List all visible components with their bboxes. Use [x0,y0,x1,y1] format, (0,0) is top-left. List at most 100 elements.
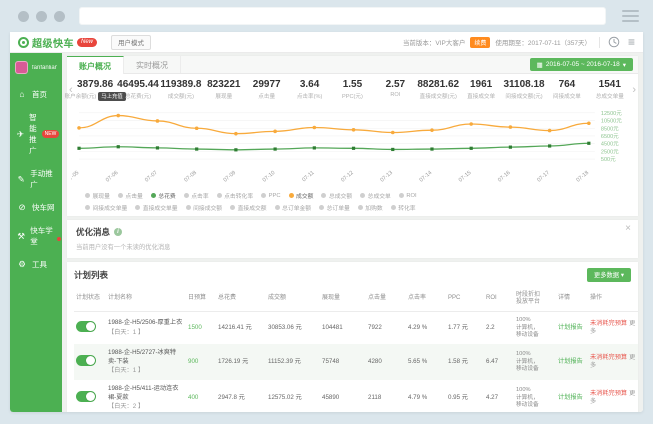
legend-item-总成交额[interactable]: 总成交额 [321,191,352,200]
stat-card[interactable]: 119389.8 成交额(元) [159,79,202,101]
stat-card[interactable]: 29977 点击量 [245,79,288,101]
sidebar-user[interactable]: fanfanliang [10,53,62,83]
legend-label: 间接成交单量 [92,205,128,212]
plan-name[interactable]: 1988-企-H5/411-运动连衣裙-夏款 [108,385,184,402]
plan-name[interactable]: 1988-企-H5/2506-厚重上衣 [108,319,184,327]
x-axis-tick-label: 07-10 [262,169,277,183]
renew-badge[interactable]: 续费 [470,36,491,48]
legend-item-转化率[interactable]: 转化率 [390,203,416,212]
platform-line-2: 移动设备 [516,366,539,373]
sidebar-item-工具[interactable]: ⚙ 工具 [10,253,62,276]
sidebar-item-快车网[interactable]: ⊘ 快车网 [10,196,62,219]
ppc-cell: 1.58 元 [448,358,468,366]
browser-top-bar [0,0,653,32]
plan-toggle[interactable] [76,391,96,403]
sidebar-notification-dot [57,237,61,241]
budget-warning-link[interactable]: 未消耗完预算 [590,354,627,361]
stat-card[interactable]: 1961 直接成交单 [460,79,503,101]
gmv-cell: 11152.39 元 [268,358,301,366]
app-logo[interactable]: 超级快车 New [18,35,98,50]
data-point-总花费 [116,144,120,148]
legend-item-总订单金额[interactable]: 总订单金额 [274,203,311,212]
legend-item-成交额[interactable]: 成交额 [288,191,314,200]
budget-warning-link[interactable]: 未消耗完预算 [590,320,627,327]
series-line-总花费 [79,142,589,150]
legend-item-直接成交额[interactable]: 直接成交额 [230,203,267,212]
stat-card[interactable]: 1541 总成交单量 [588,79,631,101]
stat-label-text: 展现量 [215,93,233,100]
stat-card[interactable]: 46495.44 总花费(元) [117,79,160,101]
stat-card[interactable]: 1.55 PPC(元) [331,79,374,101]
plan-name[interactable]: 1988-企-H5/2727-冰爽特卖-下装 [108,349,184,366]
legend-dot-icon [261,193,267,198]
plan-report-link[interactable]: 计划报告 [558,324,583,331]
info-icon[interactable]: i [114,227,123,236]
logo-text: 超级快车 [32,38,74,50]
window-dot-icon[interactable] [54,10,65,22]
stat-card[interactable]: 2.57 ROI [374,79,417,101]
data-point-成交额 [587,120,591,125]
plan-report-link[interactable]: 计划报告 [558,358,583,365]
detail-cell: 计划报告 [556,312,588,345]
daily-budget-link[interactable]: 400 [186,380,216,412]
stat-card[interactable]: 31108.18 间接成交额(元) [503,79,546,101]
budget-warning-link[interactable]: 未消耗完预算 [590,390,627,397]
legend-label: 成交额 [296,194,314,200]
address-bar[interactable] [79,7,606,25]
app-menu-icon[interactable]: ≡ [628,36,635,48]
legend-item-点击量[interactable]: 点击量 [117,191,143,200]
stat-card[interactable]: 88281.62 直接成交额(元) [417,79,460,101]
legend-item-总订单量[interactable]: 总订单量 [319,203,350,212]
column-header-0: 计划状态 [74,287,106,313]
stat-card[interactable]: 3.64 点击率(%) [288,79,331,101]
window-dot-icon[interactable] [18,10,29,22]
stat-value: 1541 [598,79,621,90]
logo-new-badge: New [77,37,98,47]
sidebar-item-智能推广[interactable]: ✈ 智能推广 NEW [10,106,62,162]
data-point-总花费 [77,146,81,150]
stat-card[interactable]: 764 间接成交单 [545,79,588,101]
ctr-cell: 5.65 % [408,358,428,366]
legend-row: 展现量 点击量 总花费 点击率 点击转化率 PPC 成交额 总成交额 总成交单 ROI [75,191,630,200]
legend-item-展现量[interactable]: 展现量 [85,191,110,200]
user-mode-button[interactable]: 用户模式 [111,34,152,50]
date-range-button[interactable]: ▦ 2016-07-05 ~ 2016-07-18 ▾ [529,58,633,71]
plan-toggle[interactable] [76,321,96,333]
sidebar-item-首页[interactable]: ⌂ 首页 [10,83,62,106]
legend-item-PPC[interactable]: PPC [261,191,281,200]
stat-label-text: 间接成交单 [552,93,581,100]
tab-account-overview[interactable]: 账户概况 [67,56,124,74]
stat-card[interactable]: 3879.86 账户余额(元) 马上充值 [64,79,126,101]
legend-item-总花费[interactable]: 总花费 [150,191,176,200]
legend-label: 点击转化率 [224,194,254,200]
legend-item-直接成交单量[interactable]: 直接成交单量 [135,203,178,212]
tab-realtime-overview[interactable]: 实时概况 [124,56,181,73]
legend-dot-icon [185,204,191,210]
daily-budget-link[interactable]: 900 [186,344,216,380]
roi-cell: 6.47 [486,358,499,366]
legend-item-ROI[interactable]: ROI [398,191,417,200]
stats-next-chevron-icon[interactable]: › [631,79,637,96]
daily-budget-link[interactable]: 1500 [186,312,216,345]
legend-item-总成交单[interactable]: 总成交单 [360,191,391,200]
legend-item-间接成交单量[interactable]: 间接成交单量 [85,203,127,212]
legend-item-加购数[interactable]: 加购数 [357,203,383,212]
legend-item-点击转化率[interactable]: 点击转化率 [216,191,254,200]
stat-label: 直接成交额(元) [417,92,460,100]
clock-icon[interactable] [608,36,620,48]
clicks-cell: 7922 [368,324,382,332]
window-dot-icon[interactable] [36,10,47,22]
legend-item-间接成交额[interactable]: 间接成交额 [185,203,222,212]
browser-menu-icon[interactable] [622,10,639,22]
stat-card[interactable]: 823221 展现量 [202,79,245,101]
sidebar-item-快车学堂[interactable]: ⚒ 快车学堂 [10,219,62,253]
close-icon[interactable]: × [625,223,631,234]
stat-label-text: 总成交单量 [595,93,624,100]
legend-item-点击率[interactable]: 点击率 [183,191,209,200]
plan-report-link[interactable]: 计划报告 [558,394,583,401]
legend-label: 总花费 [158,194,176,200]
more-data-button[interactable]: 更多数据 ▾ [586,267,631,282]
column-header-7: 点击率 [406,287,446,313]
plan-toggle[interactable] [76,355,96,367]
sidebar-item-手动推广[interactable]: ✎ 手动推广 [10,162,62,196]
